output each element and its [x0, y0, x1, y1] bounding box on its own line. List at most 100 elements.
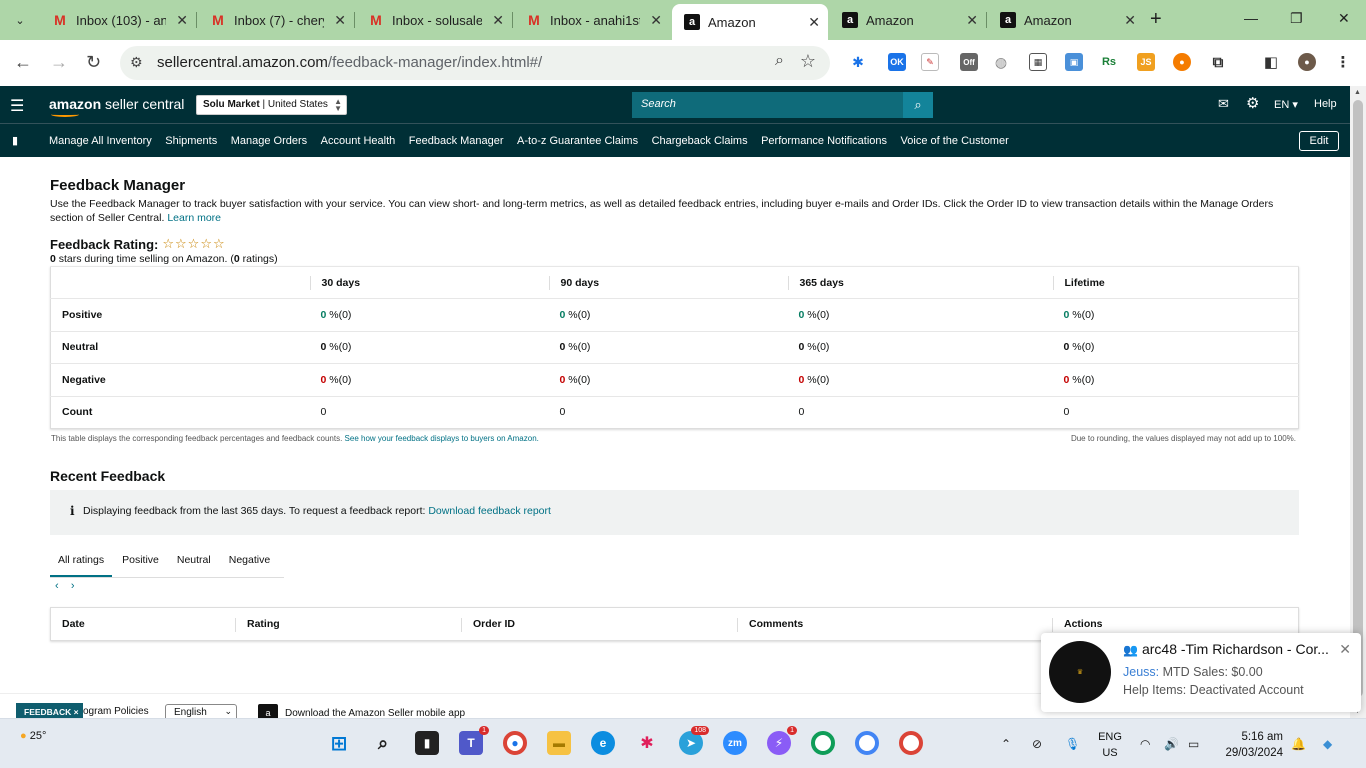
mail-icon[interactable]: ✉: [1218, 96, 1229, 112]
browser-tab[interactable]: M Inbox - anahi1st ✕: [514, 6, 670, 34]
page-scrollbar[interactable]: ▲ ▼: [1350, 86, 1366, 718]
browser-tab[interactable]: M Inbox - solusale ✕: [356, 6, 513, 34]
browser-tab[interactable]: M Inbox (103) - ana ✕: [40, 6, 197, 34]
hamburger-menu-icon[interactable]: ☰: [10, 96, 24, 116]
nav-manage-orders[interactable]: Manage Orders: [231, 135, 307, 147]
input-language-indicator[interactable]: ENG US: [1097, 729, 1123, 761]
extension-icon[interactable]: ✎: [921, 53, 939, 71]
close-tab-icon[interactable]: ✕: [1124, 12, 1136, 29]
extension-icon[interactable]: ✱: [849, 53, 867, 71]
messenger-icon[interactable]: ⚡ 1: [767, 726, 797, 755]
bookmark-pin-icon[interactable]: ▮: [12, 134, 18, 147]
nav-feedback-manager[interactable]: Feedback Manager: [409, 135, 504, 147]
system-clock[interactable]: 5:16 am 29/03/2024: [1225, 729, 1283, 761]
help-link[interactable]: Help: [1314, 98, 1337, 110]
close-window-icon[interactable]: ✕: [1338, 10, 1350, 27]
seller-central-logo[interactable]: amazon seller central: [49, 96, 184, 117]
nav-performance-notifications[interactable]: Performance Notifications: [761, 135, 887, 147]
wifi-icon[interactable]: ◠: [1140, 737, 1150, 751]
next-page-chevron-icon[interactable]: ›: [71, 580, 75, 592]
network-blocked-icon[interactable]: ⊘: [1032, 737, 1042, 751]
globe-extension-icon[interactable]: ◍: [992, 53, 1010, 71]
search-icon[interactable]: ⌕: [903, 92, 933, 118]
slack-icon[interactable]: ✱: [635, 731, 659, 755]
browser-tab[interactable]: M Inbox (7) - chery ✕: [198, 6, 355, 34]
js-extension-icon[interactable]: JS: [1137, 53, 1155, 71]
close-tab-icon[interactable]: ✕: [808, 14, 820, 31]
close-tab-icon[interactable]: ✕: [492, 12, 504, 29]
side-panel-icon[interactable]: ◧: [1262, 53, 1280, 71]
teams-icon[interactable]: T1: [459, 726, 489, 755]
search-input[interactable]: Search: [632, 92, 904, 118]
microphone-icon[interactable]: 🎙: [1065, 737, 1080, 751]
learn-more-link[interactable]: Learn more: [167, 212, 221, 224]
kebab-menu-icon[interactable]: ⋮: [1334, 53, 1352, 71]
task-view-icon[interactable]: ▮: [415, 731, 439, 755]
battery-icon[interactable]: ▭: [1188, 737, 1199, 751]
search-icon[interactable]: ⌕: [371, 731, 395, 755]
off-extension-icon[interactable]: Off: [960, 53, 978, 71]
scroll-up-icon[interactable]: ▲: [1354, 89, 1361, 96]
chrome-profile-icon[interactable]: [855, 731, 879, 755]
browser-tab[interactable]: a Amazon ✕: [988, 6, 1144, 34]
nav-manage-all-inventory[interactable]: Manage All Inventory: [49, 135, 152, 147]
puzzle-extensions-icon[interactable]: ⧉: [1209, 53, 1227, 71]
close-tab-icon[interactable]: ✕: [334, 12, 346, 29]
volume-icon[interactable]: 🔊: [1164, 737, 1179, 751]
zoom-icon[interactable]: ⌕: [775, 52, 784, 70]
scrollbar-thumb[interactable]: [1353, 100, 1363, 697]
show-hidden-icons-chevron-icon[interactable]: ⌃: [1001, 737, 1011, 751]
close-icon[interactable]: ×: [74, 707, 79, 717]
new-tab-plus-icon[interactable]: +: [1150, 8, 1162, 31]
language-selector[interactable]: EN ▾: [1274, 98, 1298, 111]
buyer-display-link[interactable]: See how your feedback displays to buyers…: [345, 434, 539, 443]
nav-chargeback-claims[interactable]: Chargeback Claims: [652, 135, 748, 147]
profile-avatar[interactable]: ●: [1298, 53, 1316, 71]
site-info-icon[interactable]: ⚙: [130, 54, 143, 71]
restore-icon[interactable]: ❐: [1290, 10, 1303, 27]
close-tab-icon[interactable]: ✕: [176, 12, 188, 29]
browser-tab[interactable]: a Amazon ✕: [830, 6, 987, 34]
edge-icon[interactable]: e: [591, 731, 615, 755]
notification-bell-icon[interactable]: 🔔: [1291, 737, 1306, 751]
weather-widget[interactable]: ● 25°: [20, 730, 46, 742]
windows-start-icon[interactable]: ⊞: [327, 731, 351, 755]
back-arrow-icon[interactable]: ←: [14, 52, 32, 73]
tab-neutral[interactable]: Neutral: [169, 548, 219, 577]
minimize-icon[interactable]: —: [1244, 10, 1258, 26]
url-text[interactable]: sellercentral.amazon.com/feedback-manage…: [157, 54, 542, 71]
reload-icon[interactable]: ↻: [86, 52, 101, 73]
qr-extension-icon[interactable]: ▦: [1029, 53, 1047, 71]
tab-all-ratings[interactable]: All ratings: [50, 548, 113, 577]
extension-icon[interactable]: ▣: [1065, 53, 1083, 71]
tab-search-chevron-icon[interactable]: ⌄: [8, 8, 32, 32]
rs-extension-icon[interactable]: Rs: [1100, 53, 1118, 71]
program-policies-link[interactable]: ogram Policies: [83, 706, 149, 717]
forward-arrow-icon[interactable]: →: [50, 52, 68, 73]
extension-icon[interactable]: ●: [1173, 53, 1191, 71]
chrome-profile-icon[interactable]: [811, 731, 835, 755]
file-explorer-icon[interactable]: ▬: [547, 731, 571, 755]
nav-shipments[interactable]: Shipments: [165, 135, 217, 147]
ok-extension-icon[interactable]: OK: [888, 53, 906, 71]
chrome-icon[interactable]: ●: [503, 731, 527, 755]
close-icon[interactable]: ✕: [1339, 641, 1351, 658]
edit-menu-button[interactable]: Edit: [1299, 131, 1339, 151]
close-tab-icon[interactable]: ✕: [966, 12, 978, 29]
address-bar[interactable]: ⚙ sellercentral.amazon.com/feedback-mana…: [120, 46, 830, 80]
copilot-icon[interactable]: ◆: [1323, 737, 1332, 751]
bookmark-star-icon[interactable]: ☆: [800, 51, 816, 72]
nav-account-health[interactable]: Account Health: [321, 135, 396, 147]
nav-a-to-z-claims[interactable]: A-to-z Guarantee Claims: [517, 135, 638, 147]
chat-notification-toast[interactable]: ♛ 👥 arc48 -Tim Richardson - Cor... Jeuss:…: [1041, 633, 1361, 712]
tab-negative[interactable]: Negative: [221, 548, 278, 577]
tab-positive[interactable]: Positive: [114, 548, 167, 577]
nav-voice-of-customer[interactable]: Voice of the Customer: [901, 135, 1009, 147]
zoom-app-icon[interactable]: zm: [723, 731, 747, 755]
download-report-link[interactable]: Download feedback report: [428, 505, 551, 517]
store-selector[interactable]: Solu Market | United States ▲ ▼: [196, 95, 347, 115]
close-tab-icon[interactable]: ✕: [650, 12, 662, 29]
telegram-icon[interactable]: ➤ 108: [679, 726, 709, 755]
chrome-profile-icon[interactable]: [899, 731, 923, 755]
browser-tab-active[interactable]: a Amazon ✕: [672, 4, 828, 40]
